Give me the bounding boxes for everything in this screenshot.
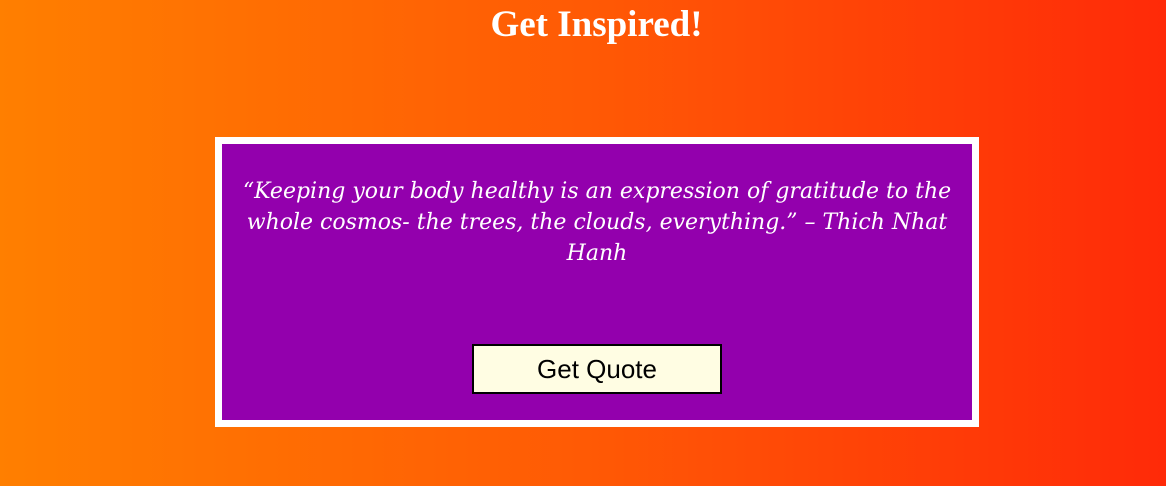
quote-text: “Keeping your body healthy is an express…: [242, 179, 952, 266]
page-title: Get Inspired!: [490, 4, 703, 45]
get-quote-button[interactable]: Get Quote: [472, 344, 722, 394]
quote-box: “Keeping your body healthy is an express…: [215, 137, 979, 427]
